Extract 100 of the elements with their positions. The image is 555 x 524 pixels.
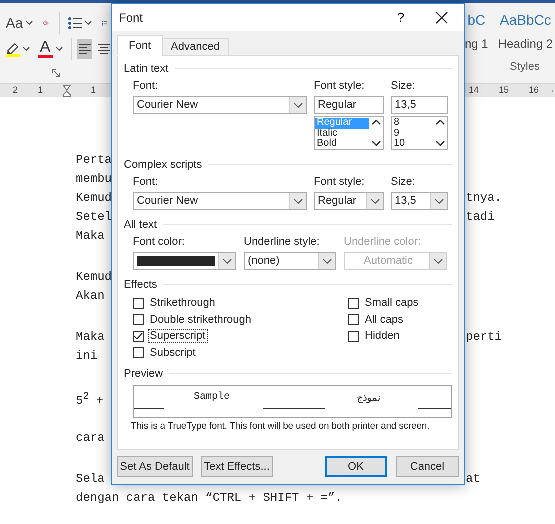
checkbox-label[interactable]: Hidden bbox=[363, 329, 402, 344]
preview-text: نموذج bbox=[357, 392, 382, 404]
scroll-up-icon bbox=[372, 120, 380, 125]
scroll-up-icon bbox=[436, 120, 444, 125]
checkbox-label[interactable]: All caps bbox=[363, 312, 406, 327]
font-style-field[interactable]: Regular bbox=[314, 96, 384, 114]
field-label: Underline color: bbox=[344, 236, 422, 250]
style-gallery-item[interactable]: bC ng 1 bbox=[465, 12, 488, 51]
checkbox[interactable] bbox=[348, 330, 359, 342]
document-text: membu bbox=[76, 171, 112, 188]
indent-marker-icon[interactable] bbox=[63, 84, 72, 96]
list-item[interactable]: Italic bbox=[315, 128, 369, 139]
field-label: Font style: bbox=[314, 80, 366, 94]
align-button[interactable] bbox=[77, 39, 92, 59]
dialog-button[interactable]: Set As Default bbox=[117, 456, 193, 477]
dialog-button[interactable]: Text Effects... bbox=[201, 456, 273, 477]
window-title: Font bbox=[119, 10, 144, 24]
checkbox-label[interactable]: Double strikethrough bbox=[148, 312, 254, 327]
document-text: Sela bbox=[76, 471, 105, 488]
bulleted-list-button[interactable] bbox=[66, 14, 94, 32]
scroll-down-icon bbox=[372, 141, 380, 146]
change-case-button[interactable]: Aa bbox=[4, 13, 36, 33]
document-text: Kemud bbox=[76, 269, 112, 286]
caret-icon bbox=[84, 21, 92, 25]
font-dropdown[interactable]: Courier New bbox=[133, 192, 307, 210]
section-heading: Preview bbox=[124, 368, 164, 380]
preview-text: Sample bbox=[194, 392, 230, 403]
checkbox[interactable] bbox=[348, 298, 359, 309]
dialog-button[interactable]: OK bbox=[325, 456, 387, 477]
document-text: dengan cara tekan “CTRL + SHIFT + =”. bbox=[76, 490, 342, 507]
chevron-down-icon bbox=[294, 102, 302, 108]
tab[interactable]: Advanced bbox=[162, 38, 229, 56]
chevron-down-icon bbox=[322, 258, 332, 264]
field-label: Font: bbox=[133, 80, 160, 94]
checkbox[interactable] bbox=[348, 314, 359, 326]
scrollbar[interactable] bbox=[369, 117, 383, 149]
font-info-text: This is a TrueType font. This font will be used on both printer and screen. bbox=[131, 421, 431, 432]
chevron-down-icon bbox=[222, 258, 232, 264]
scroll-down-icon bbox=[436, 141, 444, 146]
list-item[interactable]: 8 bbox=[392, 118, 433, 128]
document-text: Akan bbox=[76, 288, 105, 305]
field-label: Size: bbox=[391, 80, 416, 94]
document-text: Kemud bbox=[76, 190, 112, 207]
caret-icon bbox=[23, 47, 30, 51]
document-text: cara bbox=[76, 430, 105, 447]
list-item[interactable]: 10 bbox=[392, 139, 433, 150]
dialog-button[interactable]: Cancel bbox=[396, 456, 459, 477]
checkbox[interactable] bbox=[133, 314, 144, 326]
document-text: Setel bbox=[76, 209, 112, 226]
checkbox[interactable] bbox=[133, 347, 144, 358]
help-button[interactable]: ? bbox=[386, 9, 416, 26]
checkbox-label[interactable]: Strikethrough bbox=[148, 296, 218, 310]
font-color-dropdown[interactable] bbox=[133, 252, 236, 270]
section-heading: All text bbox=[124, 218, 158, 230]
document-text: perti bbox=[466, 329, 502, 346]
checkbox-label[interactable]: Small caps bbox=[363, 296, 421, 310]
font-dropdown[interactable]: Courier New bbox=[133, 96, 307, 114]
document-text: tnya. bbox=[466, 190, 502, 207]
field-label: Size: bbox=[391, 176, 416, 190]
checkbox[interactable] bbox=[133, 298, 144, 309]
caret-icon bbox=[56, 47, 63, 51]
list-item[interactable]: Bold bbox=[315, 139, 369, 150]
style-gallery-item[interactable]: AaBbCc Heading 2 bbox=[498, 12, 554, 51]
field-label: Font style: bbox=[314, 176, 366, 190]
align-center-icon bbox=[98, 44, 110, 54]
bulleted-list-icon bbox=[68, 16, 82, 30]
group-label: Styles bbox=[510, 61, 541, 73]
font-color-button[interactable]: A bbox=[36, 38, 65, 60]
section-heading: Latin text bbox=[124, 62, 169, 74]
underline-style-dropdown[interactable]: (none) bbox=[244, 252, 336, 270]
checkbox-label[interactable]: Subscript bbox=[148, 346, 198, 360]
tab[interactable]: Font bbox=[117, 35, 164, 56]
chevron-down-icon bbox=[434, 258, 442, 264]
field-label: Font: bbox=[133, 176, 160, 190]
document-text: 5$^{2}$ + bbox=[76, 391, 104, 410]
field-label: Underline style: bbox=[244, 236, 321, 250]
size-field[interactable]: 13,5 bbox=[391, 96, 448, 114]
font-style-dropdown[interactable]: Regular bbox=[314, 192, 384, 210]
size-dropdown[interactable]: 13,5 bbox=[391, 192, 448, 210]
align-left-icon bbox=[78, 44, 91, 54]
close-icon bbox=[436, 12, 448, 24]
checkbox-label[interactable]: Superscript bbox=[148, 329, 208, 344]
document-text: Perta bbox=[76, 152, 112, 169]
document-text: tadi bbox=[466, 209, 495, 226]
chevron-down-icon bbox=[434, 198, 444, 204]
list-item[interactable]: 9 bbox=[392, 128, 433, 139]
section-heading: Complex scripts bbox=[124, 158, 202, 170]
scrollbar[interactable] bbox=[433, 117, 447, 149]
dialog-launcher-icon[interactable] bbox=[52, 69, 60, 77]
checkbox[interactable] bbox=[133, 330, 144, 342]
field-label: Font color: bbox=[133, 236, 186, 250]
highlighter-icon bbox=[6, 42, 20, 56]
document-text: Maka bbox=[76, 329, 105, 346]
document-text: at bbox=[466, 471, 480, 488]
chevron-down-icon bbox=[294, 198, 302, 204]
caret-icon bbox=[26, 21, 34, 25]
document-text: ini bbox=[76, 348, 98, 365]
chevron-down-icon bbox=[370, 198, 380, 204]
document-text: Maka bbox=[76, 228, 105, 245]
section-heading: Effects bbox=[124, 278, 158, 290]
